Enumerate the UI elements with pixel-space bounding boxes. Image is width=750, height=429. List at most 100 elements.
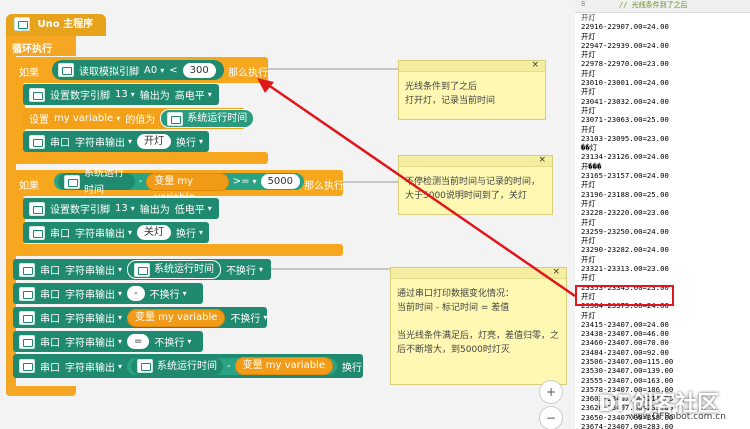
note-header[interactable]: × [399,58,545,72]
if-block-2-footer [13,244,343,256]
variable-reporter[interactable]: 变量 my variable [127,308,226,327]
set-variable-block[interactable]: 设置 my variable 的值为 系统运行时间 [23,108,255,129]
serial-label: 串口 [40,338,60,349]
uno-board-icon [64,174,80,189]
serial-line: 23103-23095.00=23.00 [581,133,669,143]
comment-note-2[interactable]: × 不停检测当前时间与记录的时间， 大于5000说明时间到了，关灯 [398,155,553,215]
variable-reporter[interactable]: 变量 my variable [234,357,333,375]
level-dropdown[interactable]: 高电平 [175,87,212,102]
note-text: 通过串口打印数据变化情况： 当前时间 - 标记时间 = 差值 当光线条件满足后，… [397,289,560,355]
serial-line: 开灯 [581,254,596,264]
zoom-in-icon[interactable]: + [539,380,563,404]
zoom-out-icon[interactable]: − [539,406,563,429]
serial-label: 串口 [40,314,60,325]
output-mode-dropdown[interactable]: 字符串输出 [75,134,132,149]
condition-2[interactable]: 系统运行时间 - 变量 my variable >= 5000 [54,168,304,203]
level-dropdown[interactable]: 低电平 [175,201,212,216]
condition-1[interactable]: 读取模拟引脚 A0 < 300 [52,60,224,80]
variable-dropdown[interactable]: my variable [54,113,120,124]
serial-label: 串口 [40,266,60,277]
serial-print-off-block[interactable]: 串口 字符串输出 关灯 换行 [23,222,209,243]
output-mode-dropdown[interactable]: 字符串输出 [65,262,122,277]
note-text: 不停检测当前时间与记录的时间， 大于5000说明时间到了，关灯 [405,177,541,201]
serial-monitor[interactable]: 8 // 光线条件到了之后 开灯 22916-22907.00=24.00 开灯 2… [575,0,750,429]
runtime-reporter[interactable]: 系统运行时间 [160,109,255,128]
serial-line: 23165-23157.00=24.00 [581,171,669,181]
serial-line: 23259-23250.00=24.00 [581,226,669,236]
uno-board-icon [19,262,35,277]
code-comment: // 光线条件到了之后 [619,1,688,9]
then-label-1: 那么执行 [228,68,268,79]
output-mode-dropdown[interactable]: 字符串输出 [75,225,132,240]
set-digital-pin-high-block[interactable]: 设置数字引脚 13 输出为 高电平 [23,84,219,105]
analog-pin-dropdown[interactable]: A0 [144,65,164,76]
newline-dropdown[interactable]: 换行 [176,225,203,240]
uno-board-icon [167,111,184,126]
serial-print-runtime-block[interactable]: 串口 字符串输出 系统运行时间 不换行 [13,259,271,280]
variable-reporter[interactable]: 变量 my variable [146,172,229,203]
serial-line: 开灯 [581,273,596,283]
loop-header[interactable]: 循环执行 [6,36,76,56]
set-digital-pin-low-block[interactable]: 设置数字引脚 13 输出为 低电平 [23,198,219,219]
difference-expression[interactable]: 系统运行时间 - 变量 my variable [127,357,337,375]
minus-operator: - [227,360,231,372]
serial-line: 开灯 [581,68,596,78]
note-header[interactable]: × [391,265,566,279]
serial-line: 开灯 [581,31,596,41]
message-input[interactable]: - [127,286,145,301]
line-number: 8 [581,0,586,8]
serial-line: ��灯 [581,143,598,153]
newline-dropdown[interactable]: 不换行 [154,334,191,349]
serial-line-partial: 开灯 [581,13,596,22]
compare-operator[interactable]: >= [233,176,257,187]
uno-board-icon [29,87,45,102]
newline-dropdown[interactable]: 不换行 [150,286,187,301]
pin-number-dropdown[interactable]: 13 [115,203,135,214]
serial-print-variable-block[interactable]: 串口 字符串输出 变量 my variable 不换行 [13,307,267,328]
threshold-input-1[interactable]: 300 [182,62,216,78]
block-workspace[interactable]: Uno 主程序 循环执行 如果 读取模拟引脚 A0 < 300 那么执行 设置数… [0,0,575,429]
serial-line: 开灯 [581,198,596,208]
message-input[interactable]: 关灯 [137,225,172,240]
minus-operator: - [138,176,143,187]
close-icon[interactable]: × [531,58,539,72]
pin-number-dropdown[interactable]: 13 [115,89,135,100]
close-icon[interactable]: × [538,153,546,167]
serial-line: 22916-22907.00=24.00 [581,22,669,32]
comment-note-1[interactable]: × 光线条件到了之后 打开灯，记录当前时间 [398,60,546,120]
serial-print-difference-block[interactable]: 串口 字符串输出 系统运行时间 - 变量 my variable 换行 [13,354,363,378]
comment-note-3[interactable]: × 通过串口打印数据变化情况： 当前时间 - 标记时间 = 差值 当光线条件满足… [390,267,567,385]
runtime-reporter[interactable]: 系统运行时间 [131,357,224,375]
runtime-reporter[interactable]: 系统运行时间 [58,168,135,196]
output-mode-dropdown[interactable]: 字符串输出 [65,334,122,349]
threshold-input-2[interactable]: 5000 [260,174,300,189]
runtime-label: 系统运行时间 [84,167,124,196]
runtime-label: 系统运行时间 [157,360,218,372]
uno-main-program-block[interactable]: Uno 主程序 [6,14,106,36]
note-header[interactable]: × [399,153,552,167]
serial-print-equals-block[interactable]: 串口 字符串输出 = 不换行 [13,331,203,352]
serial-print-dash-block[interactable]: 串口 字符串输出 - 不换行 [13,283,203,304]
serial-print-on-block[interactable]: 串口 字符串输出 开灯 换行 [23,131,209,152]
program-title: Uno 主程序 [37,19,94,30]
uno-board-icon [134,262,151,277]
newline-dropdown[interactable]: 换行 [176,134,203,149]
newline-dropdown[interactable]: 换行 [342,359,369,374]
output-mode-dropdown[interactable]: 字符串输出 [65,310,122,325]
uno-board-icon [29,225,45,240]
compare-operator[interactable]: < [169,65,177,76]
serial-label: 串口 [40,362,60,374]
serial-line: 23010-23001.00=24.00 [581,78,669,88]
output-mode-dropdown[interactable]: 字符串输出 [65,359,122,374]
newline-dropdown[interactable]: 不换行 [226,262,263,277]
code-peek: 8 // 光线条件到了之后 [575,0,750,13]
serial-line: 22947-22939.00=24.00 [581,40,669,50]
message-input[interactable]: = [127,334,150,349]
watermark-url: www.DFRobot.com.cn [628,412,726,422]
output-mode-dropdown[interactable]: 字符串输出 [65,286,122,301]
uno-board-icon [19,334,35,349]
runtime-reporter[interactable]: 系统运行时间 [127,260,222,279]
close-icon[interactable]: × [552,265,560,279]
message-input[interactable]: 开灯 [137,134,172,149]
newline-dropdown[interactable]: 不换行 [230,310,267,325]
